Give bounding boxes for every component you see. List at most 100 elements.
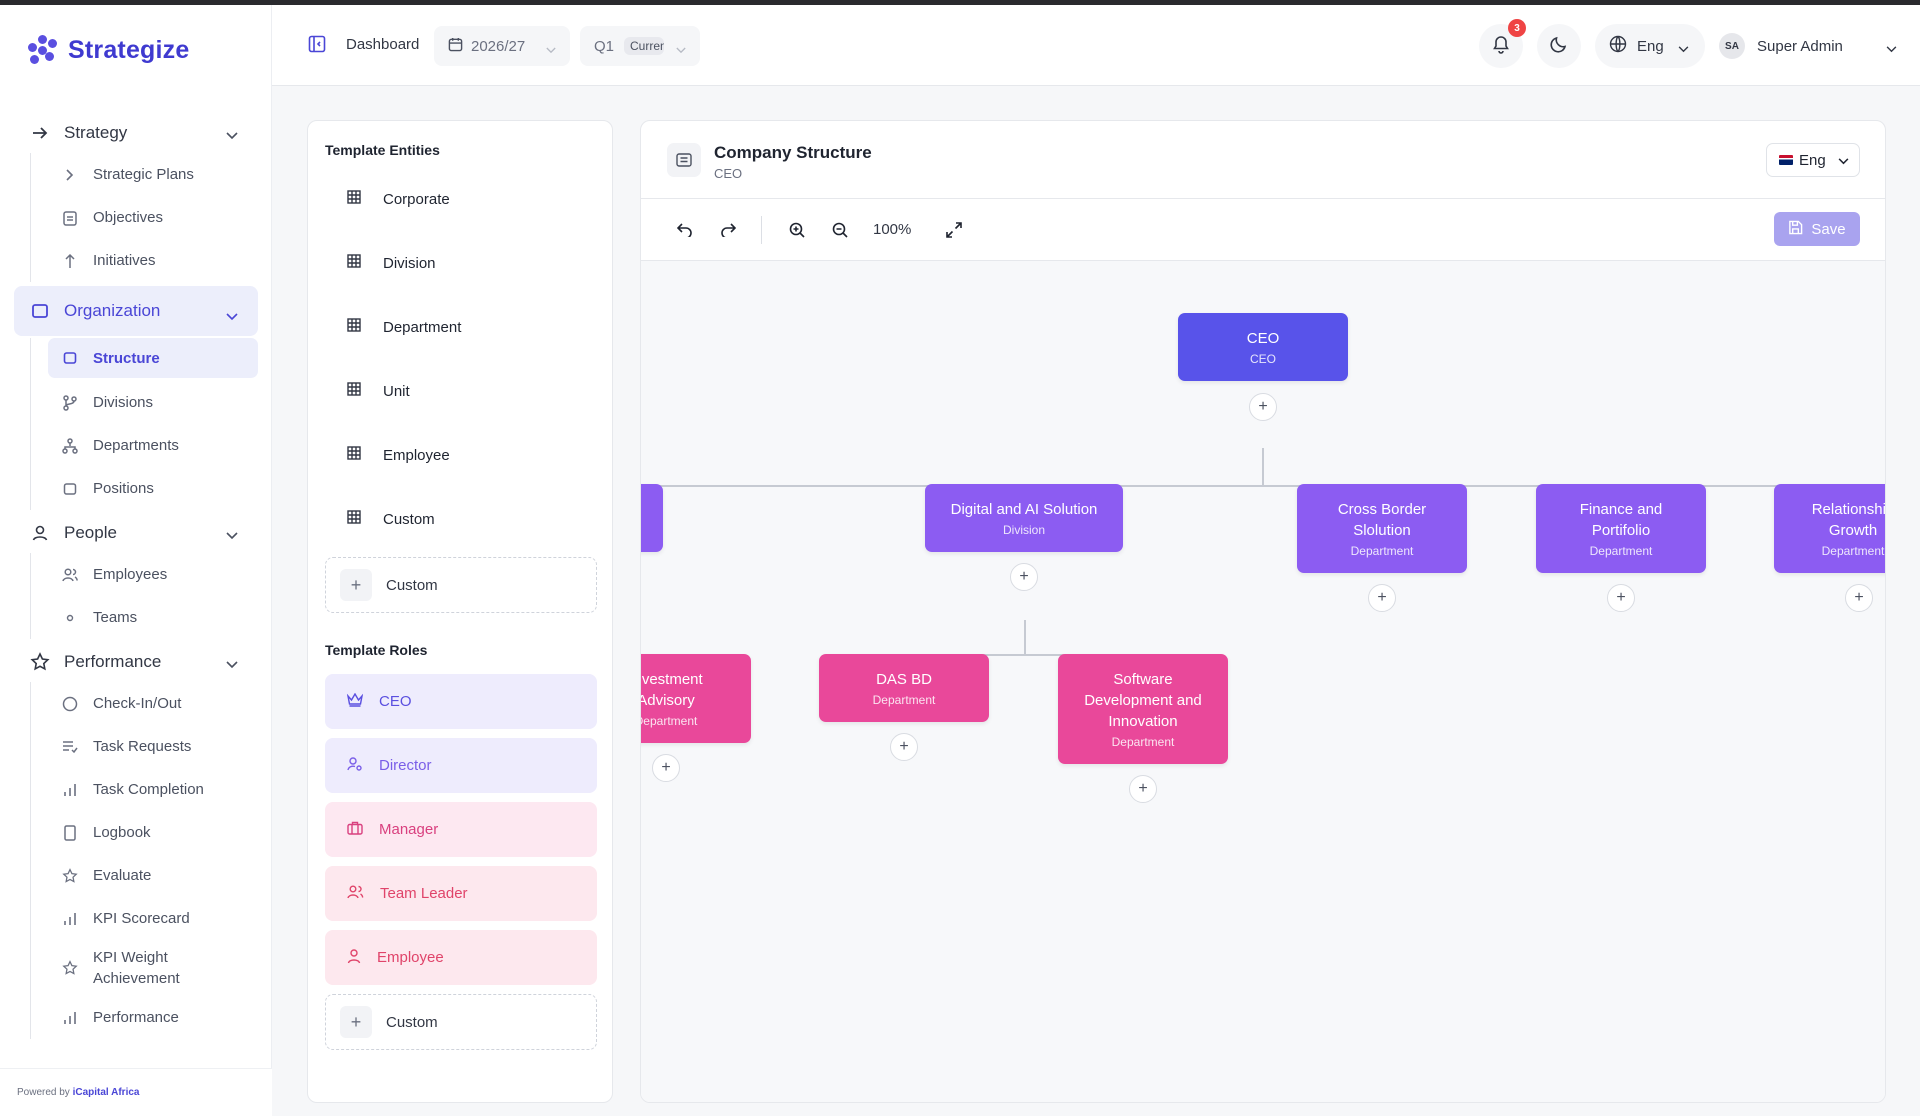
sidebar-item-objectives[interactable]: Objectives [48,196,258,239]
org-node-finance[interactable]: Finance and Portifolio Department [1536,484,1706,573]
sidebar-item-performance[interactable]: Performance [48,996,258,1039]
year-value: 2026/27 [471,37,526,55]
sidebar-item-positions[interactable]: Positions [48,467,258,510]
sidebar-item-strategic-plans[interactable]: Strategic Plans [48,153,258,196]
undo-icon[interactable] [674,219,696,241]
sidebar-item-task-requests[interactable]: Task Requests [48,725,258,768]
nav-group-strategy[interactable]: Strategy [14,113,258,153]
entity-employee[interactable]: Employee [325,429,597,481]
org-chart-canvas[interactable]: CEO CEO + Digital and AI Solution Divisi… [641,261,1885,1102]
save-icon [1788,220,1803,239]
calendar-icon [448,37,463,56]
org-node-software[interactable]: Software Development and Innovation Depa… [1058,654,1228,764]
save-button[interactable]: Save [1774,212,1860,246]
role-ceo[interactable]: CEO [325,674,597,729]
user-icon [347,948,361,968]
node-title: Investment Advisory [641,671,703,709]
circle-icon [62,696,78,712]
language-select[interactable]: Eng [1595,24,1705,68]
nav-item-label: Divisions [93,394,154,411]
sidebar-item-employees[interactable]: Employees [48,553,258,596]
add-child-button[interactable]: + [1368,584,1396,612]
org-node-partial-left[interactable] [641,484,663,552]
structure-toolbar: 100% Save [641,199,1885,261]
entity-unit[interactable]: Unit [325,365,597,417]
nav-sub-strategy: Strategic Plans Objectives Initiatives [30,153,272,282]
zoom-level: 100% [873,221,912,238]
add-child-button[interactable]: + [1129,775,1157,803]
breadcrumb-dashboard[interactable]: Dashboard [346,36,419,53]
role-label: Team Leader [380,885,468,902]
top-header: Dashboard 2026/27 Q1 Current 3 Eng SA Su… [272,5,1920,86]
add-child-button[interactable]: + [1845,584,1873,612]
entity-corporate[interactable]: Corporate [325,173,597,225]
chevron-down-icon [676,41,686,58]
theme-toggle-button[interactable] [1537,24,1581,68]
sidebar-item-structure[interactable]: Structure [48,338,258,378]
add-child-button[interactable]: + [652,754,680,782]
year-select[interactable]: 2026/27 [434,26,570,66]
org-node-investment[interactable]: Investment Advisory Department [641,654,751,743]
entity-department[interactable]: Department [325,301,597,353]
node-type: Department [1589,544,1653,558]
nav-item-label: Objectives [93,209,164,226]
sidebar-item-divisions[interactable]: Divisions [48,381,258,424]
sidebar-item-kpi-scorecard[interactable]: KPI Scorecard [48,897,258,940]
table-icon [347,254,361,272]
add-child-button[interactable]: + [1607,584,1635,612]
nav-group-performance[interactable]: Performance [14,642,258,682]
add-custom-role-button[interactable]: + Custom [325,994,597,1050]
nav-item-label: KPI Weight Achievement [93,949,180,987]
add-custom-entity-button[interactable]: + Custom [325,557,597,613]
nav-item-label: Check-In/Out [93,695,182,712]
org-node-ceo[interactable]: CEO CEO [1178,313,1348,381]
org-node-relationship[interactable]: Relationship Growth Department [1774,484,1885,573]
role-manager[interactable]: Manager [325,802,597,857]
user-cog-icon [347,756,363,776]
add-child-button[interactable]: + [1249,393,1277,421]
add-role-label: Custom [386,1013,438,1031]
expand-icon[interactable] [943,219,965,241]
square-icon [62,481,78,497]
sidebar-item-check-in-out[interactable]: Check-In/Out [48,682,258,725]
role-team-leader[interactable]: Team Leader [325,866,597,921]
globe-icon [1609,35,1627,57]
node-title: Software Development and Innovation [1084,671,1202,730]
nav-item-label: Structure [93,349,160,367]
sidebar-item-kpi-weight-achievement[interactable]: KPI Weight Achievement [48,940,258,996]
table-icon [347,510,361,528]
quarter-select[interactable]: Q1 Current [580,26,700,66]
arrow-right-icon [30,123,50,143]
sidebar-item-task-completion[interactable]: Task Completion [48,768,258,811]
entity-custom[interactable]: Custom [325,493,597,545]
chevron-down-icon [226,125,238,145]
entity-division[interactable]: Division [325,237,597,289]
chevron-down-icon [226,654,238,674]
user-menu[interactable]: SA Super Admin [1719,24,1905,68]
structure-language-select[interactable]: Eng [1766,143,1860,177]
org-node-cross-border[interactable]: Cross Border Slolution Department [1297,484,1467,573]
nav-group-people[interactable]: People [14,513,258,553]
org-node-digital-ai[interactable]: Digital and AI Solution Division [925,484,1123,552]
role-director[interactable]: Director [325,738,597,793]
add-child-button[interactable]: + [1010,563,1038,591]
role-employee[interactable]: Employee [325,930,597,985]
nav-group-organization[interactable]: Organization [14,286,258,336]
zoom-out-icon[interactable] [829,219,851,241]
sidebar-item-logbook[interactable]: Logbook [48,811,258,854]
sidebar-item-evaluate[interactable]: Evaluate [48,854,258,897]
redo-icon[interactable] [717,219,739,241]
node-title: Digital and AI Solution [950,501,1098,518]
sidebar-item-departments[interactable]: Departments [48,424,258,467]
entity-label: Custom [383,510,435,528]
add-entity-label: Custom [386,576,438,594]
brand-logo[interactable]: Strategize [28,35,189,65]
sidebar-toggle-icon[interactable] [308,35,326,58]
powered-name[interactable]: iCapital Africa [73,1087,140,1098]
sidebar-item-initiatives[interactable]: Initiatives [48,239,258,282]
zoom-in-icon[interactable] [786,219,808,241]
nav-item-label: Departments [93,437,179,454]
org-node-das-bd[interactable]: DAS BD Department [819,654,989,722]
sidebar-item-teams[interactable]: Teams [48,596,258,639]
add-child-button[interactable]: + [890,733,918,761]
